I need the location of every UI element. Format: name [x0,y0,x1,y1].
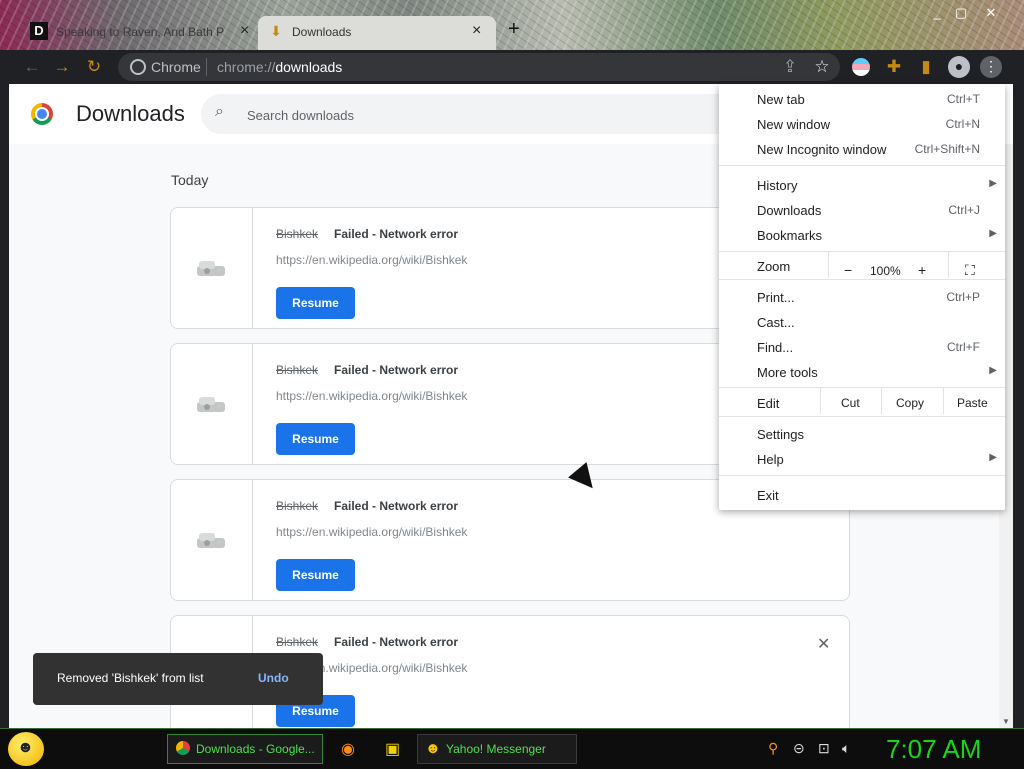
search-icon[interactable]: ⚲ [768,740,778,757]
search-box[interactable]: ⌕ [201,94,801,134]
page-title: Downloads [76,101,185,126]
forward-icon[interactable]: → [52,57,72,77]
download-name[interactable]: Bishkek [276,227,318,241]
start-button[interactable]: ☻ [8,732,44,766]
smiley-icon: ☻ [17,739,34,756]
menu-item-print[interactable]: Print... Ctrl+P [719,285,1005,310]
task-downloads[interactable]: Downloads - Google... [167,734,323,764]
yahoo-smiley-icon: ☻ [425,740,441,757]
close-icon[interactable]: × [240,22,249,40]
tab-favicon: D [30,22,48,40]
menu-item-zoom: Zoom [757,259,791,274]
minimize-button[interactable]: _ [926,4,948,22]
chevron-right-icon: ▶ [989,178,997,189]
tab-title: Speaking to Raven, And Bath P [56,25,224,39]
menu-item-downloads[interactable]: Downloads Ctrl+J [719,198,1005,223]
volume-icon[interactable]: 🔈︎ [842,740,850,757]
tab-title: Downloads [292,25,352,39]
scroll-down-icon[interactable]: ▼ [1002,717,1010,726]
download-url[interactable]: https://en.wikipedia.org/wiki/Bishkek [276,389,467,403]
tab-strip: D Speaking to Raven, And Bath P × ⬇ Down… [0,0,1024,50]
address-bar[interactable]: Chrome chrome://downloads ⇪ ☆ [118,53,840,81]
close-icon[interactable]: × [472,22,481,40]
clock[interactable]: 7:07 AM [886,734,981,765]
profile-avatar-icon[interactable]: ● [948,56,970,78]
taskbar: ☻ Downloads - Google... ◉ ▣ ☻ Yahoo! Mes… [0,728,1024,769]
menu-item-new-tab[interactable]: New tab Ctrl+T [719,87,1005,112]
file-icon [197,397,225,412]
paste-button[interactable]: Paste [957,396,988,410]
menu-item-find[interactable]: Find... Ctrl+F [719,335,1005,360]
new-tab-button[interactable]: + [508,18,520,41]
chevron-right-icon: ▶ [989,365,997,376]
copy-button[interactable]: Copy [896,396,924,410]
extension-flag-icon[interactable] [852,58,870,76]
resume-button[interactable]: Resume [276,423,355,455]
chrome-icon [176,741,190,755]
side-panel-icon[interactable]: ▮ [916,57,936,77]
zoom-in-button[interactable]: + [918,262,926,278]
download-status: Failed - Network error [334,363,459,377]
file-icon [197,261,225,276]
resume-button[interactable]: Resume [276,559,355,591]
status-icon[interactable]: ⊝ [793,740,805,757]
menu-item-new-window[interactable]: New window Ctrl+N [719,112,1005,137]
download-url[interactable]: https://en.wikipedia.org/wiki/Bishkek [276,253,467,267]
more-menu-icon[interactable]: ⋮ [980,56,1002,78]
share-icon[interactable]: ⇪ [780,57,800,77]
download-status: Failed - Network error [334,499,459,513]
chrome-main-menu: New tab Ctrl+T New window Ctrl+N New Incog… [719,84,1005,510]
menu-item-help[interactable]: Help ▶ [719,447,1005,472]
undo-button[interactable]: Undo [258,671,289,685]
tab-downloads[interactable]: ⬇ Downloads × [258,16,496,50]
download-name[interactable]: Bishkek [276,635,318,649]
menu-item-cast[interactable]: Cast... [719,310,1005,335]
toast: Removed 'Bishkek' from list Undo [33,653,323,705]
search-icon: ⌕ [215,103,224,120]
chrome-logo-icon [31,103,53,125]
download-url[interactable]: https://en.wikipedia.org/wiki/Bishkek [276,525,467,539]
task-yahoo-messenger[interactable]: ☻ Yahoo! Messenger [417,734,577,764]
back-icon[interactable]: ← [22,57,42,77]
menu-item-exit[interactable]: Exit [719,483,1005,508]
fullscreen-icon[interactable]: ⛶ [965,262,975,279]
search-input[interactable] [245,104,649,126]
menu-item-history[interactable]: History ▶ [719,173,1005,198]
toast-message: Removed 'Bishkek' from list [57,671,204,685]
star-icon[interactable]: ☆ [812,57,832,77]
remove-download-icon[interactable]: ✕ [817,634,830,654]
network-icon[interactable]: ⊡ [818,740,830,757]
chevron-right-icon: ▶ [989,452,997,463]
folder-icon[interactable]: ▣ [385,739,400,759]
file-icon [197,533,225,548]
download-name[interactable]: Bishkek [276,363,318,377]
menu-item-settings[interactable]: Settings [719,422,1005,447]
menu-item-bookmarks[interactable]: Bookmarks ▶ [719,223,1005,248]
site-chip: Chrome [151,59,201,75]
tab-speaking-to-raven[interactable]: D Speaking to Raven, And Bath P × [8,16,256,50]
download-status: Failed - Network error [334,635,459,649]
url-text: chrome://downloads [217,59,343,75]
menu-item-incognito[interactable]: New Incognito window Ctrl+Shift+N [719,137,1005,162]
chrome-window: D Speaking to Raven, And Bath P × ⬇ Down… [0,0,1024,728]
toolbar: ← → ↻ Chrome chrome://downloads ⇪ ☆ ✚ ▮ … [0,50,1024,84]
firefox-icon[interactable]: ◉ [341,739,355,759]
cut-button[interactable]: Cut [841,396,860,410]
maximize-button[interactable]: ▢ [950,4,972,22]
chrome-site-icon [130,59,146,75]
window-close-button[interactable]: ✕ [980,4,1002,22]
download-name[interactable]: Bishkek [276,499,318,513]
puzzle-icon[interactable]: ✚ [884,57,904,77]
download-status: Failed - Network error [334,227,459,241]
reload-icon[interactable]: ↻ [84,57,104,77]
menu-item-more-tools[interactable]: More tools ▶ [719,360,1005,385]
section-label: Today [171,172,209,188]
chevron-right-icon: ▶ [989,228,997,239]
download-icon: ⬇ [270,23,282,39]
resume-button[interactable]: Resume [276,287,355,319]
zoom-out-button[interactable]: − [844,262,852,278]
zoom-level: 100% [870,264,901,278]
